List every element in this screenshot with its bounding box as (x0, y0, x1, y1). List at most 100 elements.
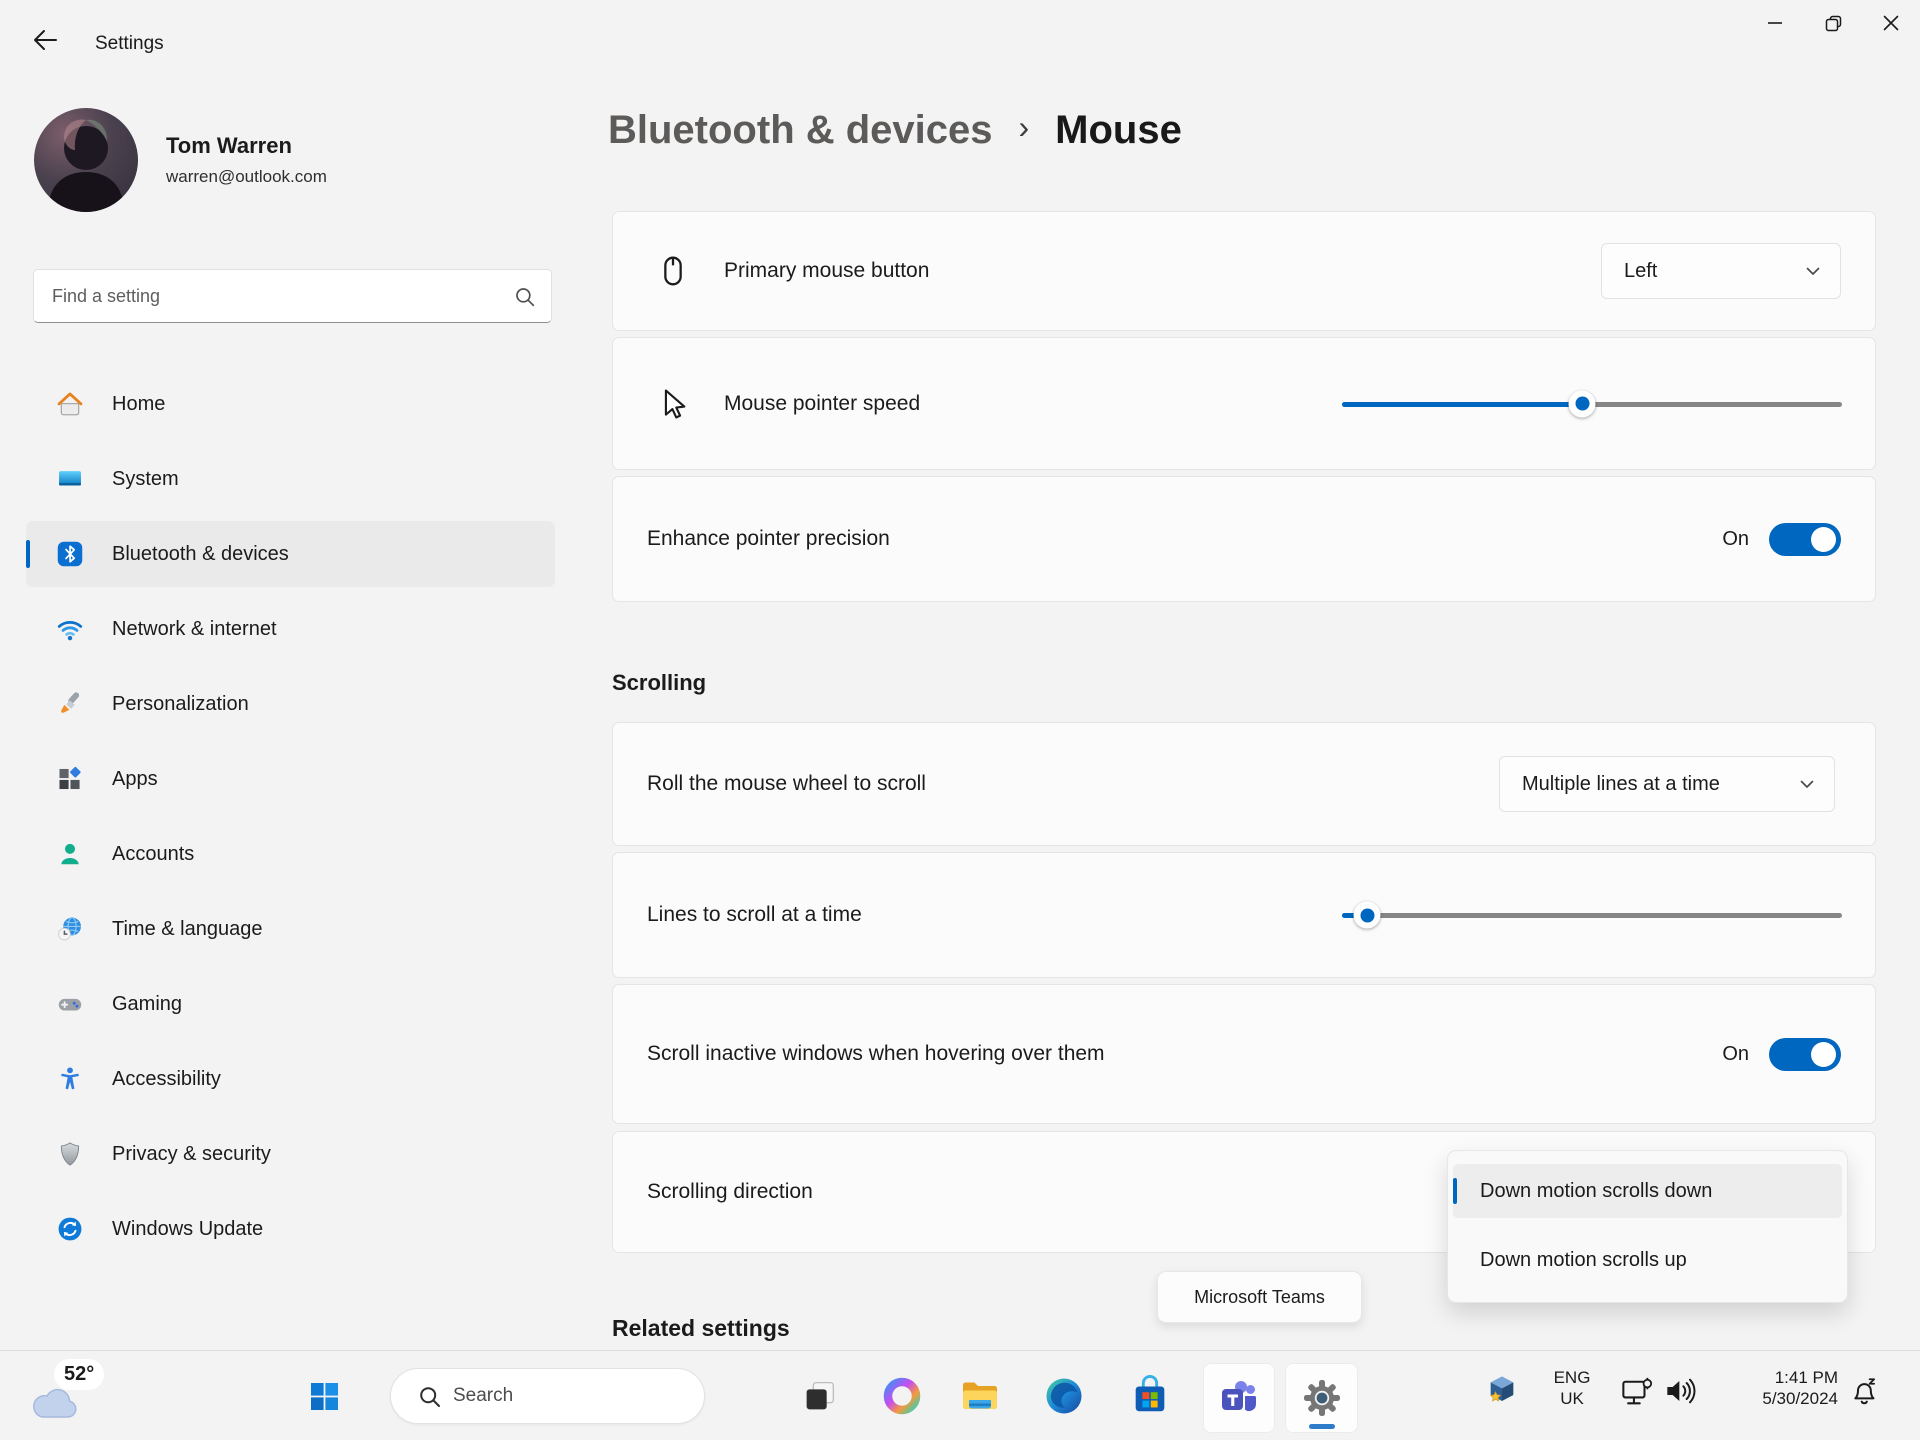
copilot-icon (883, 1377, 921, 1415)
edge-icon (1046, 1378, 1082, 1414)
minimize-button[interactable] (1746, 0, 1804, 46)
taskbar-search-input[interactable] (453, 1369, 683, 1423)
minimize-icon (1768, 22, 1782, 24)
chevron-down-icon (1800, 780, 1814, 788)
tray-network-icon[interactable] (1620, 1377, 1654, 1410)
wheel-scroll-dropdown[interactable]: Multiple lines at a time (1499, 756, 1835, 812)
primary-mouse-button-card: Primary mouse button Left (612, 211, 1876, 331)
time-language-icon (58, 916, 81, 941)
related-settings-heading: Related settings (612, 1315, 790, 1341)
weather-cloud-icon (33, 1388, 77, 1418)
cube-icon (1489, 1376, 1514, 1402)
sidebar-item-windows-update[interactable]: Windows Update (26, 1196, 555, 1262)
sidebar-item-label: Network & internet (112, 617, 277, 640)
sidebar-item-personalization[interactable]: Personalization (26, 671, 555, 737)
wheel-scroll-card: Roll the mouse wheel to scroll Multiple … (612, 722, 1876, 846)
flyout-option-scrolls-up[interactable]: Down motion scrolls up (1453, 1233, 1842, 1287)
task-view-icon (806, 1381, 835, 1410)
teams-tooltip: Microsoft Teams (1157, 1271, 1362, 1323)
sidebar-item-accounts[interactable]: Accounts (26, 821, 555, 887)
sidebar-item-label: Apps (112, 767, 158, 790)
notification-bell-button[interactable] (1848, 1375, 1880, 1410)
network-icon (57, 621, 83, 641)
sidebar-item-apps[interactable]: Apps (26, 746, 555, 812)
breadcrumb-parent[interactable]: Bluetooth & devices (608, 108, 993, 153)
sidebar-nav: Home System Bluetooth & devices Network … (16, 371, 556, 1271)
sidebar-item-system[interactable]: System (26, 446, 555, 512)
setting-label: Mouse pointer speed (724, 391, 921, 415)
close-button[interactable] (1862, 0, 1920, 46)
sidebar-item-label: System (112, 467, 179, 490)
sidebar-item-accessibility[interactable]: Accessibility (26, 1046, 555, 1112)
sidebar-item-network-internet[interactable]: Network & internet (26, 596, 555, 662)
slider-thumb[interactable] (1568, 390, 1596, 417)
personalization-icon (61, 692, 80, 713)
settings-app-button[interactable] (1285, 1363, 1358, 1433)
toggle-knob (1811, 526, 1836, 552)
edge-button[interactable] (1034, 1363, 1094, 1429)
enhance-pointer-precision-card: Enhance pointer precision On (612, 476, 1876, 602)
teams-icon (1222, 1381, 1257, 1412)
primary-mouse-button-dropdown[interactable]: Left (1601, 243, 1841, 299)
toggle-state-label: On (1722, 527, 1749, 550)
weather-temp: 52° (54, 1359, 105, 1390)
virtualbox-tray-icon[interactable] (1486, 1373, 1518, 1408)
flyout-option-scrolls-down[interactable]: Down motion scrolls down (1453, 1164, 1842, 1218)
mouse-pointer-speed-card: Mouse pointer speed (612, 337, 1876, 470)
sidebar-item-time-language[interactable]: Time & language (26, 896, 555, 962)
back-button[interactable] (22, 20, 68, 60)
gear-icon (1303, 1380, 1340, 1416)
sidebar-item-label: Accessibility (112, 1067, 221, 1090)
task-view-button[interactable] (790, 1363, 850, 1429)
search-icon (516, 288, 535, 307)
tray-volume-icon[interactable] (1664, 1377, 1696, 1408)
page-title: Mouse (1055, 108, 1182, 152)
enhance-precision-toggle[interactable] (1769, 522, 1841, 556)
sidebar-item-gaming[interactable]: Gaming (26, 971, 555, 1037)
sidebar-item-bluetooth-devices[interactable]: Bluetooth & devices (26, 521, 555, 587)
setting-label: Scrolling direction (647, 1180, 813, 1203)
teams-button[interactable] (1203, 1363, 1275, 1433)
start-button[interactable] (300, 1363, 348, 1429)
scrolling-section-heading: Scrolling (612, 670, 707, 695)
avatar-silhouette (48, 119, 124, 212)
taskbar-weather-widget[interactable]: 52° (24, 1359, 124, 1433)
lines-to-scroll-slider[interactable] (1342, 900, 1842, 930)
sidebar-item-label: Gaming (112, 992, 183, 1015)
slider-thumb[interactable] (1353, 901, 1381, 929)
sidebar-item-label: Accounts (112, 842, 195, 865)
tray-clock[interactable]: 1:41 PM 5/30/2024 (1712, 1367, 1838, 1409)
sidebar-item-privacy-security[interactable]: Privacy & security (26, 1121, 555, 1187)
restore-button[interactable] (1804, 0, 1862, 46)
monitor-plug-icon (1622, 1377, 1653, 1405)
microsoft-store-button[interactable] (1120, 1363, 1180, 1429)
setting-label: Primary mouse button (724, 259, 930, 282)
file-explorer-icon (963, 1382, 997, 1409)
toggle-knob (1811, 1041, 1836, 1067)
close-icon (1883, 15, 1899, 31)
sidebar-item-label: Home (112, 392, 166, 415)
pointer-speed-slider[interactable] (1342, 389, 1842, 419)
accounts-icon (61, 843, 79, 865)
copilot-button[interactable] (872, 1363, 932, 1429)
file-explorer-button[interactable] (950, 1363, 1010, 1429)
tray-time: 1:41 PM (1774, 1368, 1838, 1387)
tray-language-switcher[interactable]: ENG UK (1545, 1367, 1599, 1409)
mouse-icon (664, 256, 682, 286)
scroll-inactive-toggle[interactable] (1769, 1037, 1841, 1071)
sidebar-item-label: Bluetooth & devices (112, 542, 289, 565)
account-email: warren@outlook.com (166, 167, 327, 186)
sidebar-item-label: Time & language (112, 917, 263, 940)
privacy-shield-icon (60, 1142, 80, 1166)
slider-fill (1342, 401, 1582, 407)
home-icon (57, 392, 83, 416)
back-arrow-icon (34, 30, 57, 50)
sidebar-item-home[interactable]: Home (26, 371, 555, 437)
cursor-icon (664, 388, 686, 419)
slider-track[interactable] (1342, 913, 1842, 918)
language-code: ENG (1553, 1368, 1591, 1387)
dropdown-value: Multiple lines at a time (1522, 772, 1720, 795)
find-setting-searchbox (33, 269, 552, 323)
find-setting-input[interactable] (34, 270, 551, 322)
chevron-down-icon (1806, 267, 1820, 275)
